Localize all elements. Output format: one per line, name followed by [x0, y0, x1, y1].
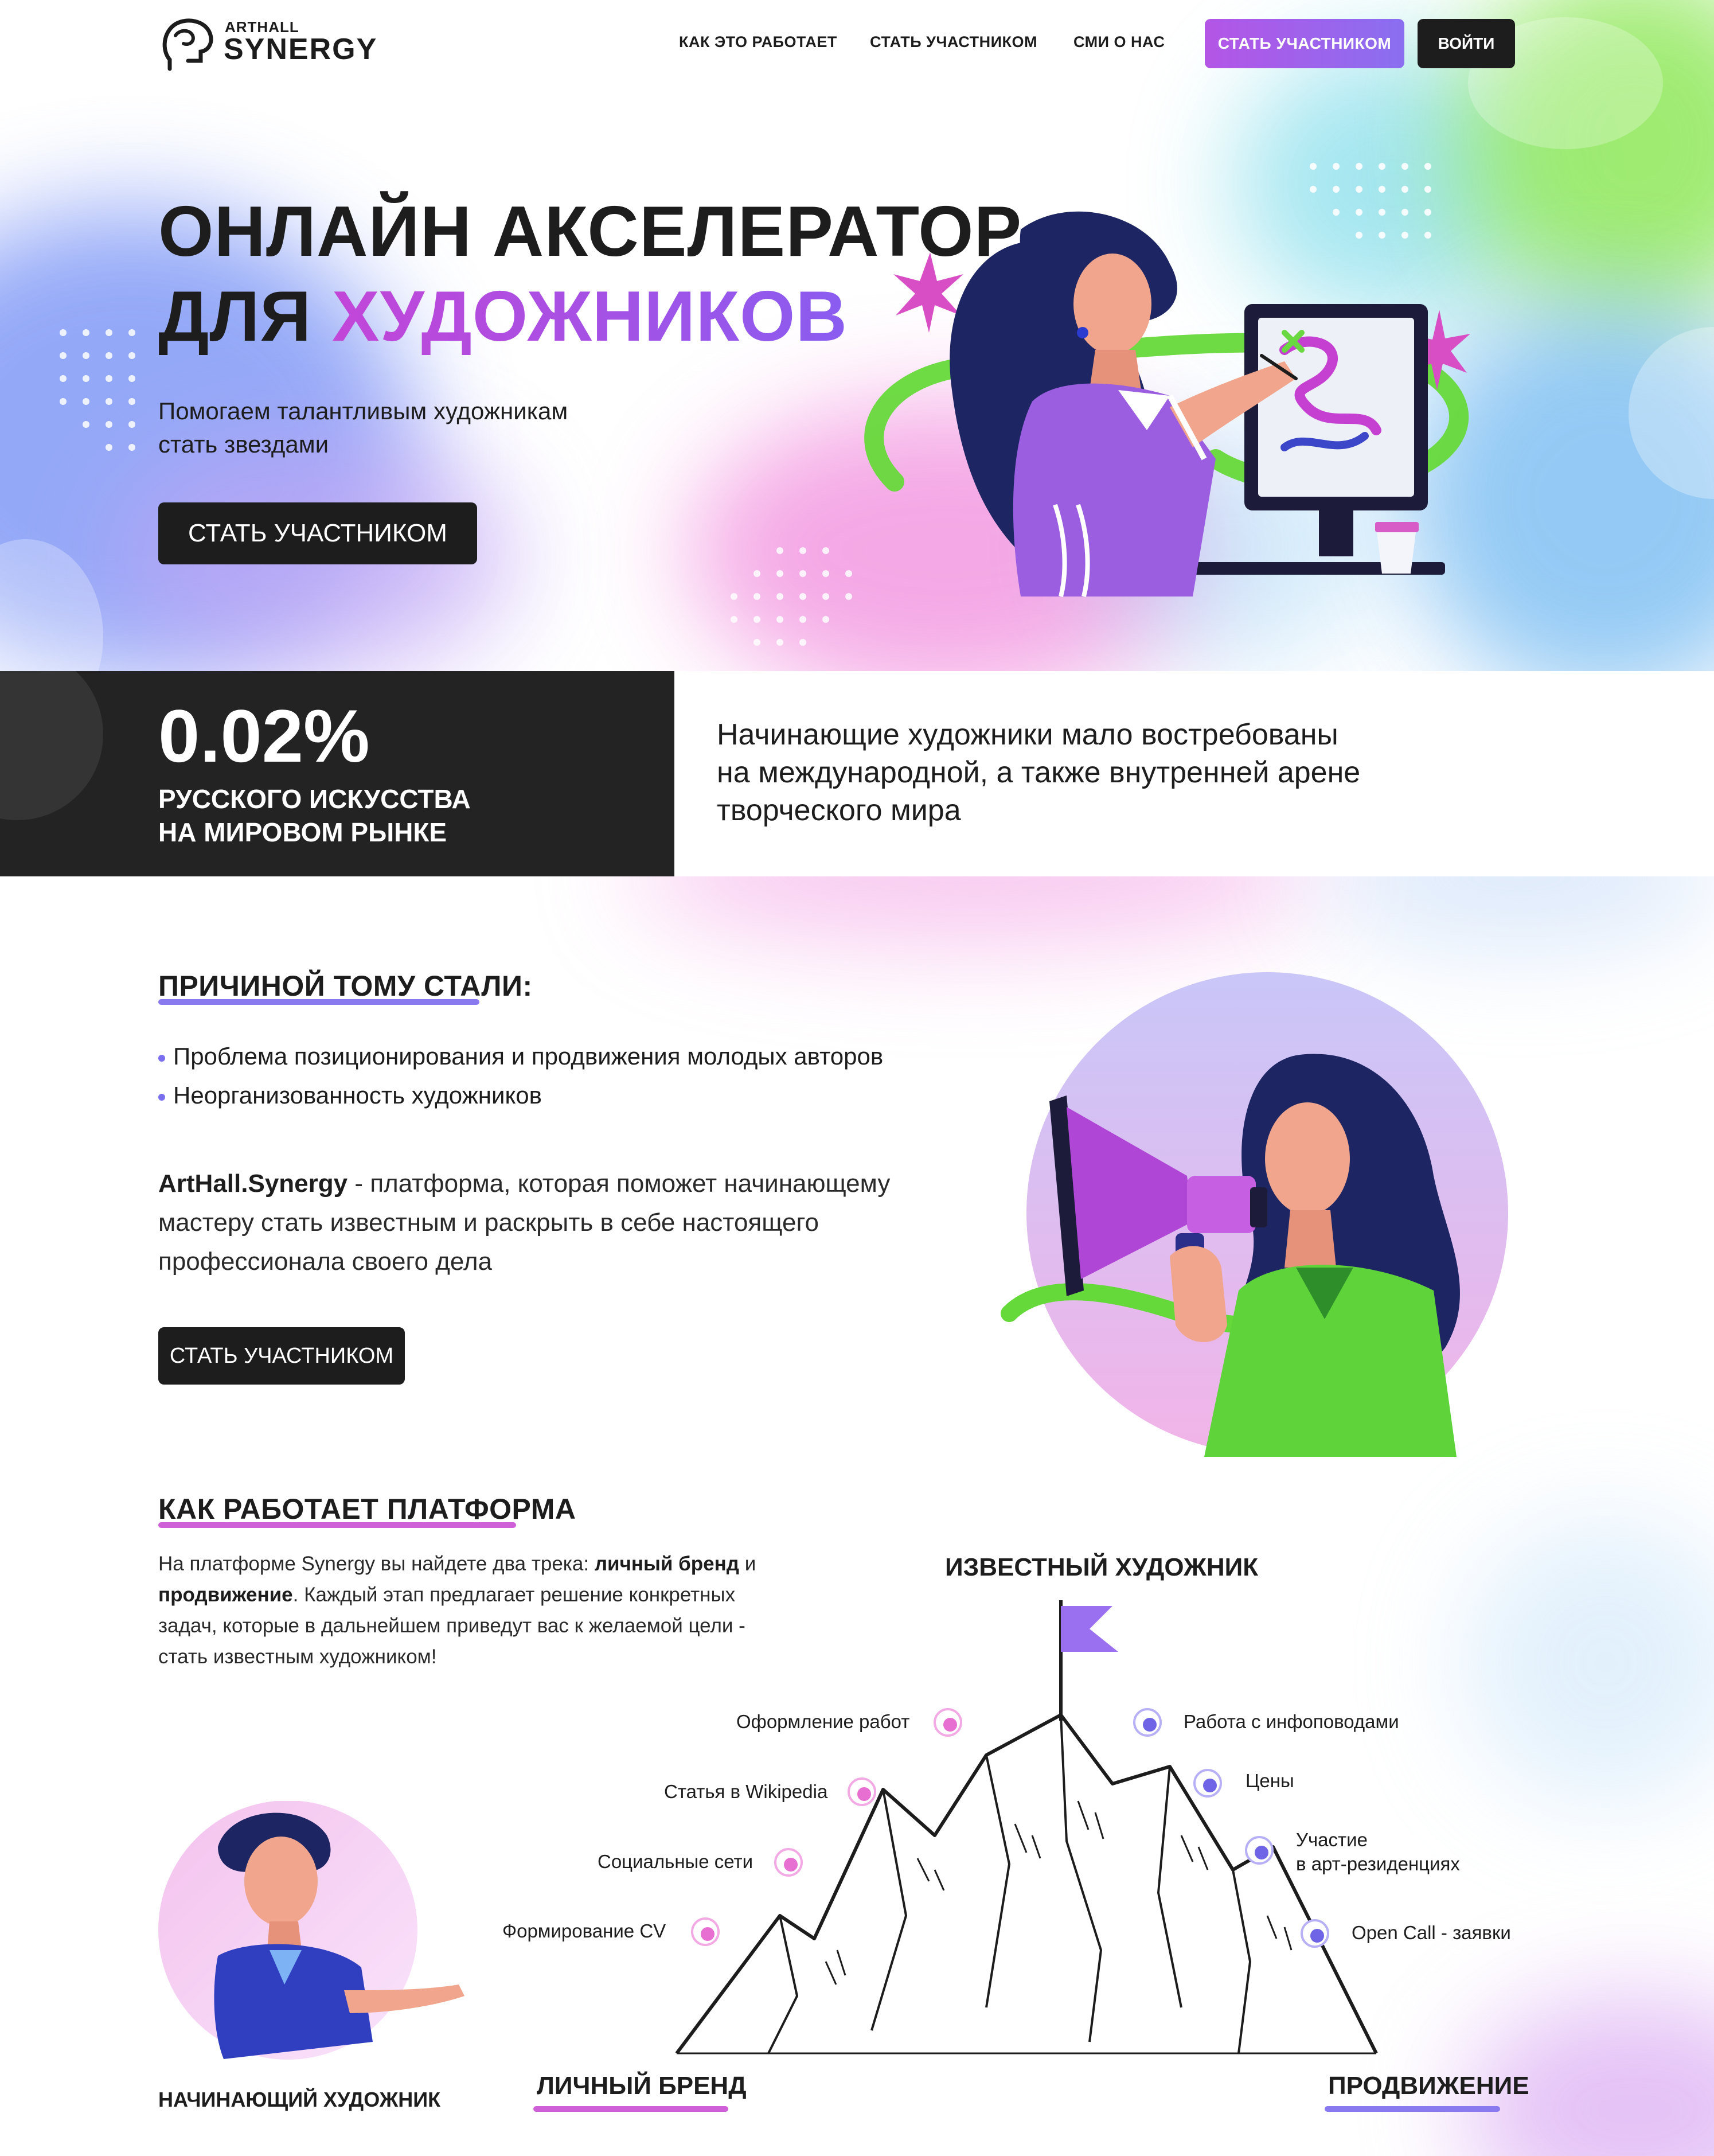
platform-title: КАК РАБОТАЕТ ПЛАТФОРМА [158, 1493, 576, 1525]
hero-title-accent: ХУДОЖНИКОВ [331, 277, 848, 356]
step-marker-icon[interactable] [1133, 1708, 1162, 1737]
platform-text-bold: продвижение [158, 1584, 293, 1606]
promo-step-label: Цены [1246, 1770, 1294, 1791]
nav-press[interactable]: СМИ О НАС [1073, 33, 1165, 51]
nav-become-member[interactable]: СТАТЬ УЧАСТНИКОМ [870, 33, 1037, 51]
logo-main-text: SYNERGY [224, 33, 378, 66]
step-marker-icon[interactable] [1193, 1769, 1222, 1798]
beginner-artist-illustration [158, 1801, 464, 2060]
artist-at-monitor-illustration [864, 211, 1470, 597]
step-marker-icon[interactable] [934, 1708, 962, 1737]
dot-grid-decoration [60, 329, 135, 451]
reason-item: Проблема позиционирования и продвижения … [158, 1043, 883, 1070]
brand-step-label: Оформление работ [736, 1711, 910, 1732]
brand-step-label: Статья в Wikipedia [664, 1781, 828, 1802]
stat-description-line3: творческого мира [717, 794, 961, 827]
reason-item-text: Проблема позиционирования и продвижения … [173, 1043, 884, 1070]
logo-head-icon [162, 18, 213, 71]
bullet-dot-icon [158, 1054, 165, 1062]
stat-description-line1: Начинающие художники мало востребованы [717, 718, 1338, 751]
goal-label: ИЗВЕСТНЫЙ ХУДОЖНИК [945, 1553, 1259, 1581]
step-marker-icon[interactable] [1301, 1919, 1329, 1948]
hero-title-prefix: ДЛЯ [158, 277, 332, 356]
site-header: ARTHALL SYNERGY КАК ЭТО РАБОТАЕТ СТАТЬ У… [0, 0, 1714, 89]
bullet-dot-icon [158, 1093, 165, 1101]
hero-subtitle-line1: Помогаем талантливым художникам [158, 397, 568, 424]
reasons-become-member-button[interactable]: СТАТЬ УЧАСТНИКОМ [158, 1327, 405, 1385]
stat-number: 0.02% [158, 694, 370, 778]
platform-text-bold: личный бренд [594, 1553, 739, 1575]
reason-item: Неорганизованность художников [158, 1082, 542, 1109]
hero-subtitle: Помогаем талантливым художникам стать зв… [158, 395, 674, 461]
login-button[interactable]: ВОЙТИ [1418, 19, 1515, 68]
hero-subtitle-line2: стать звездами [158, 431, 329, 458]
stat-label-line1: РУССКОГО ИСКУССТВА [158, 784, 471, 814]
brand-step-label: Формирование CV [502, 1920, 666, 1941]
header-become-member-button[interactable]: СТАТЬ УЧАСТНИКОМ [1205, 19, 1404, 68]
track-promo-label: ПРОДВИЖЕНИЕ [1328, 2072, 1529, 2100]
promo-step-label: Работа с инфоповодами [1184, 1711, 1399, 1732]
nav-how-it-works[interactable]: КАК ЭТО РАБОТАЕТ [679, 33, 837, 51]
flag-icon [1061, 1606, 1118, 1652]
logo[interactable]: ARTHALL SYNERGY [158, 15, 376, 72]
title-underline [533, 2106, 728, 2112]
platform-text-part: и [739, 1553, 756, 1575]
platform-text-part: На платформе Synergy вы найдете два трек… [158, 1553, 595, 1575]
stat-description-line2: на международной, а также внутренней аре… [717, 756, 1361, 789]
promo-step-label: Open Call - заявки [1352, 1922, 1511, 1943]
reasons-title: ПРИЧИНОЙ ТОМУ СТАЛИ: [158, 970, 533, 1002]
promo-step-label: Участие в арт-резиденциях [1296, 1829, 1460, 1874]
mountain-illustration [675, 1600, 1378, 2054]
hero-become-member-button[interactable]: СТАТЬ УЧАСТНИКОМ [158, 502, 477, 564]
platform-brand-name: ArtHall.Synergy [158, 1169, 348, 1198]
step-marker-icon[interactable] [848, 1777, 876, 1806]
stat-label-line2: НА МИРОВОМ РЫНКЕ [158, 817, 447, 847]
brand-step-label: Социальные сети [598, 1851, 753, 1872]
bubble-decoration [0, 671, 103, 820]
megaphone-woman-illustration [1001, 972, 1508, 1457]
reason-item-text: Неорганизованность художников [173, 1082, 542, 1109]
star-burst-icon [893, 252, 963, 333]
step-marker-icon[interactable] [691, 1917, 720, 1946]
step-marker-icon[interactable] [774, 1848, 803, 1877]
beginner-label: НАЧИНАЮЩИЙ ХУДОЖНИК [158, 2088, 441, 2111]
platform-description: ArtHall.Synergy - платформа, которая пом… [158, 1164, 921, 1281]
stat-label: РУССКОГО ИСКУССТВА НА МИРОВОМ РЫНКЕ [158, 782, 471, 849]
step-marker-icon[interactable] [1245, 1836, 1274, 1865]
title-underline [1325, 2106, 1500, 2112]
stat-description: Начинающие художники мало востребованы н… [717, 716, 1520, 829]
platform-text: На платформе Synergy вы найдете два трек… [158, 1549, 760, 1672]
track-brand-label: ЛИЧНЫЙ БРЕНД [537, 2072, 747, 2100]
